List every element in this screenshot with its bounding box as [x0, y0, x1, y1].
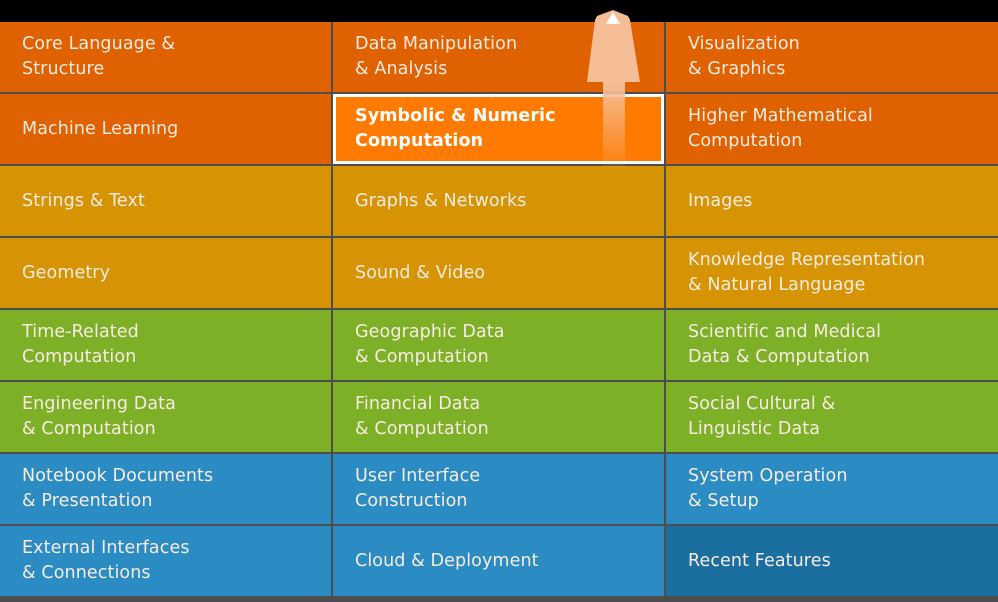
- top-black-bar: [0, 0, 998, 22]
- category-tile[interactable]: Machine Learning: [0, 94, 331, 164]
- category-tile-label: Visualization & Graphics: [688, 34, 800, 79]
- app-root: Core Language & Structure Data Manipulati…: [0, 0, 998, 602]
- category-tile-label: Financial Data & Computation: [355, 394, 489, 439]
- category-tile[interactable]: Geometry: [0, 238, 331, 308]
- category-tile-label: Engineering Data & Computation: [22, 394, 176, 439]
- category-tile-label: Symbolic & Numeric Computation: [355, 106, 556, 151]
- category-tile[interactable]: Core Language & Structure: [0, 22, 331, 92]
- category-tile[interactable]: Geographic Data & Computation: [333, 310, 664, 380]
- category-tile-label: Data Manipulation & Analysis: [355, 34, 518, 79]
- category-tile-label: System Operation & Setup: [688, 466, 848, 511]
- category-tile[interactable]: External Interfaces & Connections: [0, 526, 331, 596]
- category-tile-label: Cloud & Deployment: [355, 550, 539, 571]
- category-tile-selected[interactable]: Symbolic & Numeric Computation: [333, 94, 664, 164]
- category-tile-label: Notebook Documents & Presentation: [22, 466, 214, 511]
- category-tile-label: Knowledge Representation & Natural Langu…: [688, 250, 926, 295]
- category-tile-label: Higher Mathematical Computation: [688, 106, 873, 151]
- category-tile-label: Recent Features: [688, 550, 831, 571]
- category-tile[interactable]: Recent Features: [666, 526, 998, 596]
- category-tile[interactable]: Cloud & Deployment: [333, 526, 664, 596]
- category-tile[interactable]: Visualization & Graphics: [666, 22, 998, 92]
- category-tile-label: Core Language & Structure: [22, 34, 176, 79]
- category-tile-label: Time-Related Computation: [22, 322, 139, 367]
- category-tile-label: Scientific and Medical Data & Computatio…: [688, 322, 882, 367]
- category-tile-label: Geographic Data & Computation: [355, 322, 505, 367]
- category-tile[interactable]: Higher Mathematical Computation: [666, 94, 998, 164]
- category-tile-label: Social Cultural & Linguistic Data: [688, 394, 836, 439]
- category-tile[interactable]: System Operation & Setup: [666, 454, 998, 524]
- category-tile-label: Sound & Video: [355, 262, 486, 283]
- category-tile[interactable]: Strings & Text: [0, 166, 331, 236]
- category-tile-label: External Interfaces & Connections: [22, 538, 190, 583]
- category-tile[interactable]: Knowledge Representation & Natural Langu…: [666, 238, 998, 308]
- category-tile[interactable]: Scientific and Medical Data & Computatio…: [666, 310, 998, 380]
- category-tile-label: Strings & Text: [22, 190, 145, 211]
- category-tile[interactable]: Data Manipulation & Analysis: [333, 22, 664, 92]
- category-tile-label: Machine Learning: [22, 118, 179, 139]
- category-tile-label: User Interface Construction: [355, 466, 481, 511]
- category-tile-label: Images: [688, 190, 753, 211]
- category-tile[interactable]: User Interface Construction: [333, 454, 664, 524]
- category-tile[interactable]: Images: [666, 166, 998, 236]
- category-tile-label: Geometry: [22, 262, 111, 283]
- category-tile[interactable]: Time-Related Computation: [0, 310, 331, 380]
- category-tile[interactable]: Engineering Data & Computation: [0, 382, 331, 452]
- category-tile[interactable]: Sound & Video: [333, 238, 664, 308]
- category-grid: Core Language & Structure Data Manipulati…: [0, 22, 998, 602]
- category-tile[interactable]: Graphs & Networks: [333, 166, 664, 236]
- category-tile[interactable]: Social Cultural & Linguistic Data: [666, 382, 998, 452]
- category-tile-label: Graphs & Networks: [355, 190, 527, 211]
- category-tile[interactable]: Financial Data & Computation: [333, 382, 664, 452]
- category-tile[interactable]: Notebook Documents & Presentation: [0, 454, 331, 524]
